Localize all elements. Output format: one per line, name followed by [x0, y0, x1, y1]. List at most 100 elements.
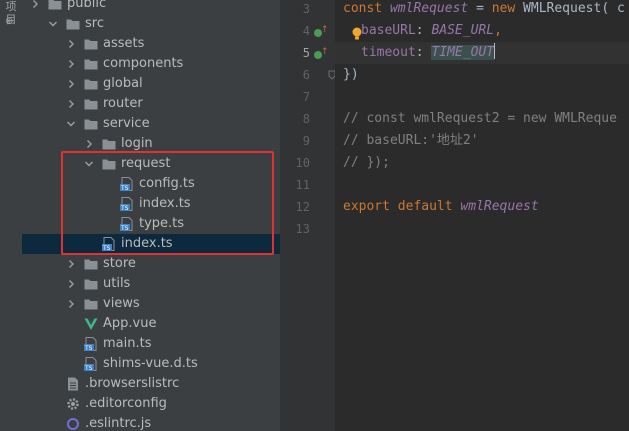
line-number: 7: [302, 90, 310, 104]
line-number: 12: [295, 200, 310, 214]
line-number: 4: [302, 24, 310, 38]
tree-item-label: App.vue: [103, 316, 157, 331]
tree-file-item[interactable]: TS shims-vue.d.ts: [22, 354, 280, 374]
tree-item-label: login: [121, 136, 153, 151]
code-editor[interactable]: const wmlRequest = new WMLRequest( c bas…: [335, 0, 629, 431]
svg-text:TS: TS: [120, 185, 129, 191]
tree-item-label: store: [103, 256, 136, 271]
tree-file-item[interactable]: .eslintrc.js: [22, 414, 280, 431]
code-line-4[interactable]: baseURL: BASE_URL,: [361, 20, 502, 42]
tree-item-label: index.ts: [139, 196, 191, 211]
pin-icon[interactable]: ⊕: [5, 16, 16, 27]
tree-file-item[interactable]: TS config.ts: [22, 174, 280, 194]
tree-item-label: views: [103, 296, 140, 311]
project-tool-strip[interactable]: 项目 ⊕: [0, 0, 23, 431]
chevron-down-icon[interactable]: [48, 18, 58, 30]
typescript-file-icon: TS: [84, 357, 97, 371]
tree-item-label: main.ts: [103, 336, 152, 351]
gear-icon: [67, 398, 79, 410]
typescript-file-icon: TS: [120, 217, 133, 231]
tree-folder-item[interactable]: assets: [22, 34, 280, 54]
svg-text:TS: TS: [120, 205, 129, 211]
tree-folder-item[interactable]: router: [22, 94, 280, 114]
chevron-right-icon[interactable]: [66, 78, 76, 90]
tree-file-item[interactable]: .editorconfig: [22, 394, 280, 414]
typescript-file-icon: TS: [120, 177, 133, 191]
tree-folder-item[interactable]: utils: [22, 274, 280, 294]
tree-folder-item[interactable]: src: [22, 14, 280, 34]
chevron-right-icon[interactable]: [66, 98, 76, 110]
svg-text:TS: TS: [102, 245, 111, 251]
tree-file-item[interactable]: TS main.ts: [22, 334, 280, 354]
chevron-right-icon[interactable]: [30, 0, 40, 10]
tree-item-label: src: [85, 16, 104, 31]
line-number: 10: [295, 156, 310, 170]
folder-icon: [84, 59, 98, 70]
tree-folder-item[interactable]: public: [22, 0, 280, 14]
chevron-right-icon[interactable]: [66, 298, 76, 310]
tree-item-label: utils: [103, 276, 131, 291]
tree-item-label: shims-vue.d.ts: [103, 356, 198, 371]
line-number: 6: [302, 68, 310, 82]
tree-item-label: config.ts: [139, 176, 195, 191]
override-arrow-icon: ↑: [321, 47, 329, 57]
code-line-6[interactable]: }): [343, 64, 359, 86]
svg-text:TS: TS: [84, 345, 93, 351]
chevron-right-icon[interactable]: [66, 278, 76, 290]
tree-folder-item[interactable]: global: [22, 74, 280, 94]
folder-icon: [84, 119, 98, 130]
code-line-3[interactable]: const wmlRequest = new WMLRequest( c: [343, 0, 625, 20]
chevron-down-icon[interactable]: [84, 158, 94, 170]
project-tree[interactable]: public src assets components global router ser…: [22, 0, 280, 431]
folder-icon: [102, 139, 116, 150]
tree-folder-item[interactable]: store: [22, 254, 280, 274]
folder-icon: [66, 19, 80, 30]
folder-icon: [84, 259, 98, 270]
tree-folder-item[interactable]: components: [22, 54, 280, 74]
line-number: 9: [302, 134, 310, 148]
tree-folder-item[interactable]: login: [22, 134, 280, 154]
line-number: 13: [295, 222, 310, 236]
folder-icon: [84, 99, 98, 110]
tree-file-item[interactable]: .browserslistrc: [22, 374, 280, 394]
tree-file-item[interactable]: TS index.ts: [22, 234, 280, 254]
override-arrow-icon: ↑: [321, 25, 329, 35]
folder-icon: [84, 279, 98, 290]
text-caret: [494, 43, 496, 59]
tree-file-item[interactable]: TS type.ts: [22, 214, 280, 234]
line-number: 5: [302, 46, 310, 60]
chevron-right-icon[interactable]: [66, 38, 76, 50]
editor-gutter: ↑ ↑ 3 4 5 6 7 8 9 10 11 12 13: [280, 0, 336, 431]
code-line-8[interactable]: // const wmlRequest2 = new WMLReque: [343, 108, 617, 130]
code-line-9[interactable]: // baseURL:'地址2': [343, 130, 479, 152]
chevron-right-icon[interactable]: [66, 258, 76, 270]
chevron-right-icon[interactable]: [84, 138, 94, 150]
chevron-down-icon[interactable]: [66, 118, 76, 130]
tree-item-label: request: [121, 156, 171, 171]
eslint-icon: [67, 418, 79, 430]
tree-file-item[interactable]: App.vue: [22, 314, 280, 334]
vue-file-icon: [84, 318, 98, 330]
tree-item-label: type.ts: [139, 216, 185, 231]
text-file-icon: [68, 377, 78, 391]
tree-item-label: .editorconfig: [85, 396, 167, 411]
chevron-right-icon[interactable]: [66, 58, 76, 70]
code-line-5[interactable]: timeout: TIME_OUT: [361, 42, 496, 64]
code-line-12[interactable]: export default wmlRequest: [343, 196, 539, 218]
code-line-10[interactable]: // });: [343, 152, 390, 174]
tree-folder-item[interactable]: views: [22, 294, 280, 314]
folder-icon: [84, 39, 98, 50]
tree-item-label: assets: [103, 36, 145, 51]
folder-icon: [84, 299, 98, 310]
line-number: 3: [302, 2, 310, 16]
line-number: 8: [302, 112, 310, 126]
folder-icon: [48, 0, 62, 10]
tree-folder-item[interactable]: request: [22, 154, 280, 174]
typescript-file-icon: TS: [102, 237, 115, 251]
folder-icon: [84, 79, 98, 90]
tree-folder-item[interactable]: service: [22, 114, 280, 134]
tree-file-item[interactable]: TS index.ts: [22, 194, 280, 214]
typescript-file-icon: TS: [120, 197, 133, 211]
tree-item-label: .browserslistrc: [85, 376, 180, 391]
tree-item-label: service: [103, 116, 150, 131]
